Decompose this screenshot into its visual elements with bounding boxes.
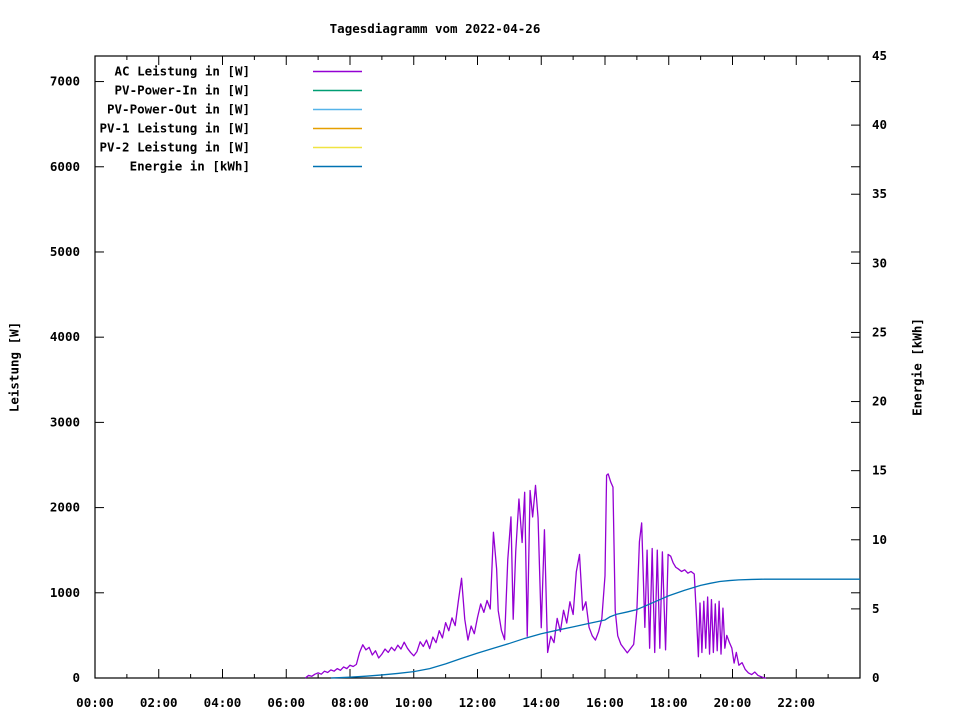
y2-tick-label: 5 (872, 601, 880, 616)
y2-tick-label: 20 (872, 394, 887, 409)
y2-axis-label: Energie [kWh] (909, 318, 925, 416)
y-tick-label: 3000 (50, 414, 80, 429)
x-tick-label: 04:00 (204, 695, 242, 710)
y-tick-label: 1000 (50, 585, 80, 600)
y-tick-label: 6000 (50, 159, 80, 174)
legend-label: PV-1 Leistung in [W] (99, 121, 250, 136)
series-line-5 (330, 578, 860, 679)
y-tick-label: 5000 (50, 244, 80, 259)
tagesdiagramm-chart: Tagesdiagramm vom 2022-04-26 Leistung [W… (0, 0, 960, 720)
y2-tick-label: 45 (872, 48, 887, 63)
x-tick-label: 16:00 (586, 695, 624, 710)
chart-title: Tagesdiagramm vom 2022-04-26 (329, 21, 541, 36)
y-tick-label: 0 (72, 670, 80, 685)
x-tick-label: 10:00 (395, 695, 433, 710)
x-tick-label: 06:00 (267, 695, 305, 710)
y2-tick-label: 0 (872, 670, 880, 685)
y-axis-label: Leistung [W] (6, 321, 22, 413)
y-tick-label: 2000 (50, 500, 80, 515)
y2-tick-label: 15 (872, 463, 887, 478)
series-line-0 (304, 473, 766, 679)
legend-label: PV-Power-In in [W] (115, 83, 250, 98)
y-tick-label: 7000 (50, 74, 80, 89)
x-tick-label: 20:00 (714, 695, 752, 710)
legend-label: PV-Power-Out in [W] (107, 102, 250, 117)
x-tick-label: 18:00 (650, 695, 688, 710)
legend-label: AC Leistung in [W] (115, 64, 250, 79)
y2-tick-label: 10 (872, 532, 887, 547)
x-tick-label: 14:00 (522, 695, 560, 710)
y2-tick-label: 40 (872, 117, 887, 132)
x-tick-label: 02:00 (140, 695, 178, 710)
y2-tick-label: 30 (872, 255, 887, 270)
plot-area: 00:00 02:00 04:00 06:00 08:00 10:00 12:00 14:00… (50, 48, 887, 710)
y2-tick-label: 35 (872, 186, 887, 201)
legend-label: Energie in [kWh] (130, 159, 250, 174)
x-tick-label: 22:00 (777, 695, 815, 710)
x-tick-label: 12:00 (459, 695, 497, 710)
y2-tick-label: 25 (872, 324, 887, 339)
legend-label: PV-2 Leistung in [W] (99, 140, 250, 155)
x-tick-label: 08:00 (331, 695, 369, 710)
x-tick-label: 00:00 (76, 695, 114, 710)
y-tick-label: 4000 (50, 329, 80, 344)
